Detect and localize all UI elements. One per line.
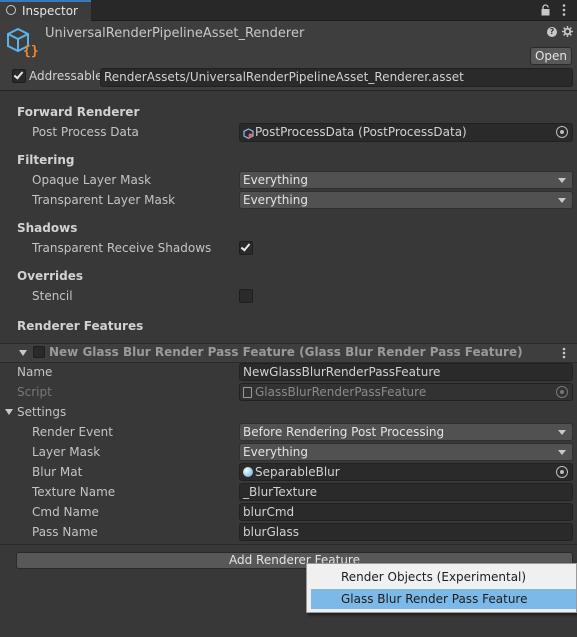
inspector-icon xyxy=(6,5,16,15)
stencil-checkbox[interactable] xyxy=(239,289,253,303)
texture-name-label: Texture Name xyxy=(32,485,116,499)
render-event-label: Render Event xyxy=(32,425,113,439)
divider xyxy=(0,544,577,545)
pass-name-label: Pass Name xyxy=(32,525,98,539)
blur-mat-label: Blur Mat xyxy=(32,465,83,479)
svg-text:{}: {} xyxy=(23,44,38,58)
help-icon[interactable]: ? xyxy=(547,27,557,37)
transparent-receive-shadows-label: Transparent Receive Shadows xyxy=(32,241,212,255)
renderer-features-heading: Renderer Features xyxy=(17,319,144,333)
cmd-name-value: blurCmd xyxy=(243,505,295,519)
menu-item-render-objects[interactable]: Render Objects (Experimental) xyxy=(311,567,576,587)
script-value: GlassBlurRenderPassFeature xyxy=(255,385,427,399)
feature-header-title: New Glass Blur Render Pass Feature (Glas… xyxy=(49,345,523,359)
post-process-value: PostProcessData (PostProcessData) xyxy=(255,125,467,139)
render-event-dropdown[interactable]: Before Rendering Post Processing xyxy=(239,423,573,441)
pass-name-value: blurGlass xyxy=(243,525,299,539)
settings-gear-icon[interactable] xyxy=(562,26,573,40)
shadows-heading: Shadows xyxy=(17,221,78,235)
lock-icon[interactable] xyxy=(541,4,550,16)
check-icon xyxy=(240,241,251,252)
render-event-value: Before Rendering Post Processing xyxy=(243,425,445,439)
settings-foldout-label[interactable]: Settings xyxy=(17,405,66,419)
addressable-checkbox[interactable] xyxy=(12,69,26,83)
asset-title: UniversalRenderPipelineAsset_Renderer xyxy=(45,26,305,41)
post-process-asset-icon xyxy=(243,127,254,141)
texture-name-value: _BlurTexture xyxy=(243,485,318,499)
open-button-label: Open xyxy=(534,49,568,63)
layer-mask-value: Everything xyxy=(243,445,308,459)
object-picker-icon[interactable] xyxy=(556,466,568,478)
post-process-label: Post Process Data xyxy=(32,125,139,139)
script-label: Script xyxy=(17,385,52,399)
settings-foldout-arrow-icon[interactable] xyxy=(5,409,13,415)
check-icon xyxy=(13,69,24,80)
menu-item-label: Render Objects (Experimental) xyxy=(341,570,527,584)
transparent-layer-mask-label: Transparent Layer Mask xyxy=(32,193,176,207)
blur-mat-field[interactable]: SeparableBlur xyxy=(239,463,573,481)
script-file-icon xyxy=(243,387,252,398)
transparent-receive-shadows-checkbox[interactable] xyxy=(239,241,253,255)
chevron-down-icon xyxy=(558,198,566,203)
addressable-path-field[interactable]: RenderAssets/UniversalRenderPipelineAsse… xyxy=(100,68,573,87)
layer-mask-label: Layer Mask xyxy=(32,445,101,459)
opaque-layer-mask-value: Everything xyxy=(243,173,308,187)
post-process-field[interactable]: PostProcessData (PostProcessData) xyxy=(239,123,573,142)
addressable-label: Addressable xyxy=(29,69,103,83)
chevron-down-icon xyxy=(558,450,566,455)
transparent-layer-mask-value: Everything xyxy=(243,193,308,207)
asset-cube-icon: {} xyxy=(6,26,39,59)
pass-name-field[interactable]: blurGlass xyxy=(239,523,573,541)
open-button[interactable]: Open xyxy=(530,47,572,65)
layer-mask-dropdown[interactable]: Everything xyxy=(239,443,573,461)
blur-mat-value: SeparableBlur xyxy=(255,465,340,479)
script-field: GlassBlurRenderPassFeature xyxy=(239,383,573,401)
menu-icon[interactable] xyxy=(562,3,566,17)
menu-item-label: Glass Blur Render Pass Feature xyxy=(341,592,528,606)
tab-inspector[interactable]: Inspector xyxy=(0,0,91,21)
transparent-layer-mask-dropdown[interactable]: Everything xyxy=(239,191,573,209)
feature-name-label: Name xyxy=(17,365,53,379)
chevron-down-icon xyxy=(558,430,566,435)
material-sphere-icon xyxy=(243,467,253,477)
object-picker-icon[interactable] xyxy=(556,126,568,138)
feature-name-value: NewGlassBlurRenderPassFeature xyxy=(243,365,441,379)
addressable-path-text: RenderAssets/UniversalRenderPipelineAsse… xyxy=(104,70,464,84)
overrides-heading: Overrides xyxy=(17,269,83,283)
opaque-layer-mask-dropdown[interactable]: Everything xyxy=(239,171,573,189)
cmd-name-label: Cmd Name xyxy=(32,505,99,519)
foldout-arrow-icon[interactable] xyxy=(19,350,27,356)
cmd-name-field[interactable]: blurCmd xyxy=(239,503,573,521)
filtering-heading: Filtering xyxy=(17,153,75,167)
forward-renderer-heading: Forward Renderer xyxy=(17,105,140,119)
feature-enabled-checkbox[interactable] xyxy=(33,346,45,358)
tab-label: Inspector xyxy=(22,4,78,18)
opaque-layer-mask-label: Opaque Layer Mask xyxy=(32,173,152,187)
texture-name-field[interactable]: _BlurTexture xyxy=(239,483,573,501)
menu-item-glass-blur[interactable]: Glass Blur Render Pass Feature xyxy=(311,589,576,609)
chevron-down-icon xyxy=(558,178,566,183)
feature-menu-icon[interactable] xyxy=(562,347,566,362)
object-picker-icon xyxy=(556,386,568,398)
popup-menu: Render Objects (Experimental) Glass Blur… xyxy=(306,563,577,613)
feature-name-field[interactable]: NewGlassBlurRenderPassFeature xyxy=(239,363,573,381)
stencil-label: Stencil xyxy=(32,289,73,303)
